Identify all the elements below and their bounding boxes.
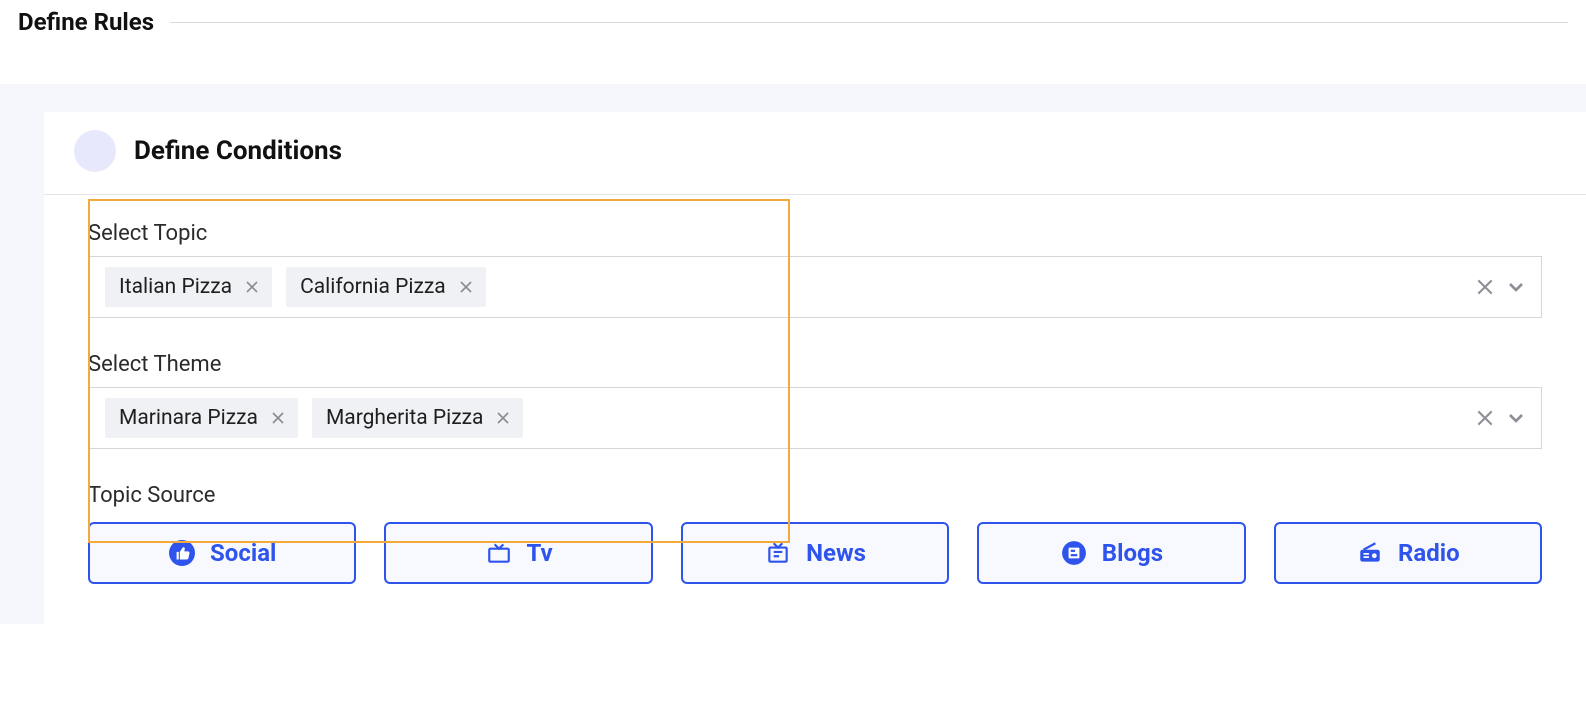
source-option-tv[interactable]: Tv [384,522,652,584]
chevron-down-icon[interactable] [1507,409,1525,427]
field-label-theme: Select Theme [88,352,1542,377]
source-option-label: News [806,539,866,567]
remove-tag-icon[interactable] [246,281,258,293]
source-row: Social Tv [88,522,1542,584]
remove-tag-icon[interactable] [497,412,509,424]
theme-tag-label: Margherita Pizza [326,406,484,430]
thumbs-up-icon [168,539,196,567]
topic-tag-label: Italian Pizza [119,275,232,299]
page-title: Define Rules [18,8,170,36]
theme-multiselect[interactable]: Marinara Pizza Margherita Pizza [88,387,1542,449]
topic-multiselect[interactable]: Italian Pizza California Pizza [88,256,1542,318]
conditions-card: Define Conditions Select Topic Italian P… [44,112,1586,624]
blog-icon [1060,539,1088,567]
card-title: Define Conditions [134,136,342,166]
source-option-social[interactable]: Social [88,522,356,584]
source-option-label: Radio [1398,539,1460,567]
source-option-blogs[interactable]: Blogs [977,522,1245,584]
topic-tag[interactable]: California Pizza [286,267,486,307]
tv-icon [485,539,513,567]
field-label-topic: Select Topic [88,221,1542,246]
remove-tag-icon[interactable] [460,281,472,293]
source-option-news[interactable]: News [681,522,949,584]
card-body: Select Topic Italian Pizza California Pi… [44,195,1586,584]
field-topic: Select Topic Italian Pizza California Pi… [88,221,1542,318]
clear-all-icon[interactable] [1477,279,1493,295]
radio-icon [1356,539,1384,567]
chevron-down-icon[interactable] [1507,278,1525,296]
clear-all-icon[interactable] [1477,410,1493,426]
theme-tag-label: Marinara Pizza [119,406,258,430]
field-theme: Select Theme Marinara Pizza Margherita P… [88,352,1542,449]
source-option-label: Social [210,539,276,567]
source-option-radio[interactable]: Radio [1274,522,1542,584]
theme-tag[interactable]: Margherita Pizza [312,398,524,438]
topic-tag-label: California Pizza [300,275,446,299]
source-option-label: Blogs [1102,539,1163,567]
theme-tag[interactable]: Marinara Pizza [105,398,298,438]
step-indicator-dot [74,130,116,172]
card-header: Define Conditions [44,112,1586,195]
remove-tag-icon[interactable] [272,412,284,424]
header-divider [170,22,1568,23]
page-header: Define Rules [0,0,1586,42]
topic-tag[interactable]: Italian Pizza [105,267,272,307]
outer-band: Define Conditions Select Topic Italian P… [0,84,1586,624]
field-label-source: Topic Source [88,483,1542,508]
source-option-label: Tv [527,539,553,567]
news-icon [764,539,792,567]
